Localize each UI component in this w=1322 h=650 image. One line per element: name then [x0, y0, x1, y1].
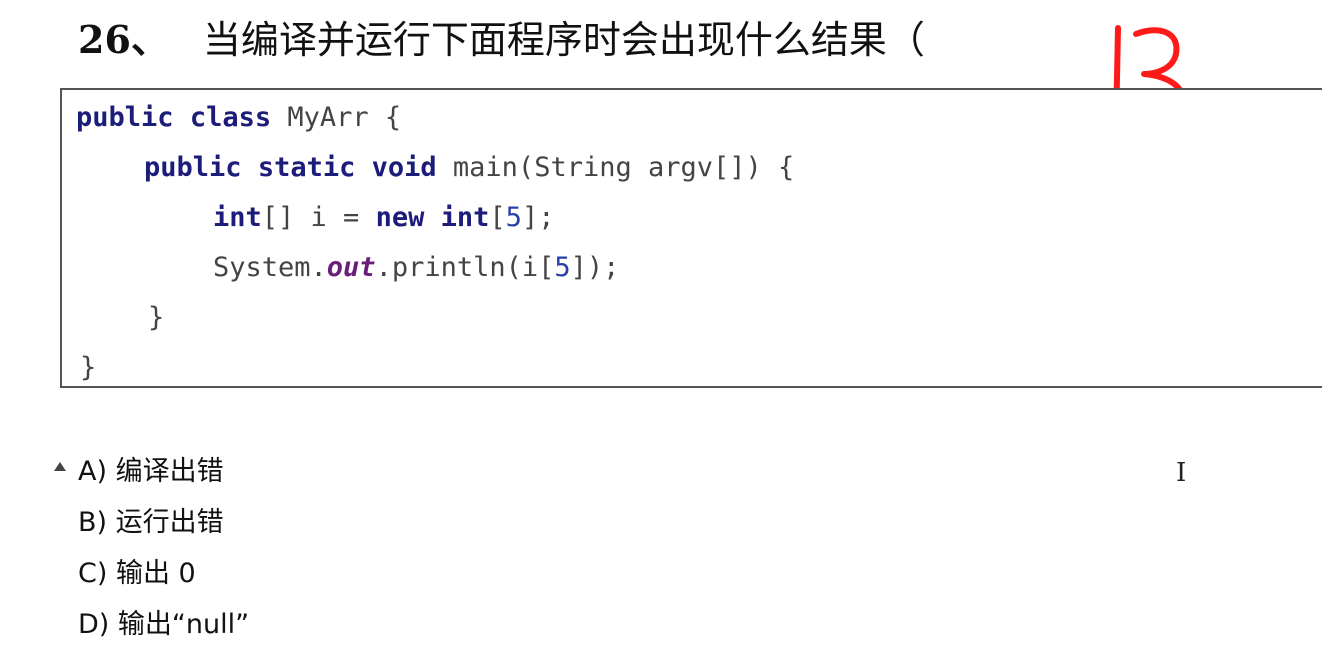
code-line-3: int[] i = new int[5];: [213, 202, 555, 233]
code-line-6: }: [80, 352, 97, 383]
option-c[interactable]: C) 输出 0: [78, 548, 249, 599]
option-d[interactable]: D) 输出“null”: [78, 599, 249, 650]
answer-options: A) 编译出错 B) 运行出错 C) 输出 0 D) 输出“null”: [78, 446, 249, 650]
question-title: 26、 当编译并运行下面程序时会出现什么结果（: [78, 14, 925, 66]
text-cursor-icon: I: [1176, 458, 1187, 488]
question-number: 26、: [78, 17, 169, 62]
option-a[interactable]: A) 编译出错: [78, 446, 249, 497]
code-line-5: }: [148, 302, 165, 333]
collapse-triangle-icon[interactable]: [54, 462, 66, 471]
option-b[interactable]: B) 运行出错: [78, 497, 249, 548]
question-text: 当编译并运行下面程序时会出现什么结果（: [202, 18, 925, 62]
code-line-4: System.out.println(i[5]);: [213, 252, 620, 283]
code-block: public class MyArr { public static void …: [60, 88, 1322, 388]
code-line-1: public class MyArr {: [76, 102, 402, 133]
code-line-2: public static void main(String argv[]) {: [144, 152, 795, 183]
